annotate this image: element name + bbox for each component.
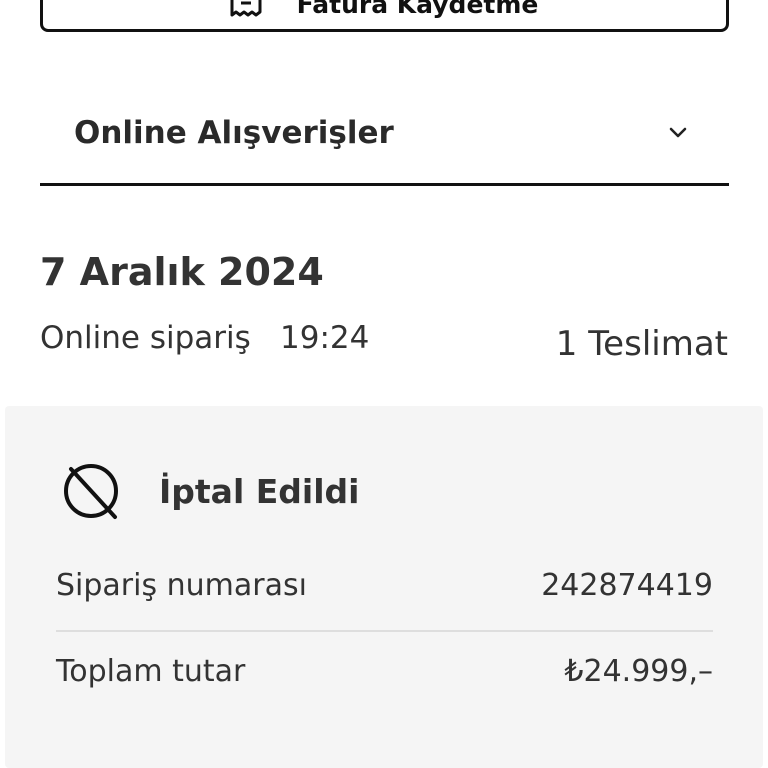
total-amount-row: Toplam tutar ₺24.999,– <box>56 654 713 689</box>
order-date: 7 Aralık 2024 <box>40 250 324 294</box>
order-number-row: Sipariş numarası 242874419 <box>56 568 713 603</box>
cancelled-icon <box>64 464 118 519</box>
divider <box>56 630 713 632</box>
order-time: 19:24 <box>280 320 370 356</box>
online-purchases-accordion[interactable]: Online Alışverişler <box>40 100 729 186</box>
save-invoice-label: Fatura Kaydetme <box>296 0 539 19</box>
total-amount-value: ₺24.999,– <box>564 654 713 689</box>
order-history-page: Fatura Kaydetme Online Alışverişler 7 Ar… <box>0 0 768 768</box>
total-amount-label: Toplam tutar <box>56 654 246 689</box>
order-number-label: Sipariş numarası <box>56 568 307 603</box>
receipt-icon <box>230 0 262 17</box>
accordion-title: Online Alışverişler <box>74 114 394 151</box>
order-channel: Online sipariş <box>40 320 251 356</box>
delivery-count: 1 Teslimat <box>555 324 728 364</box>
status-text: İptal Edildi <box>159 471 360 511</box>
order-card[interactable]: İptal Edildi Sipariş numarası 242874419 … <box>5 406 763 768</box>
save-invoice-button[interactable]: Fatura Kaydetme <box>40 0 729 32</box>
order-number-value: 242874419 <box>541 568 713 603</box>
chevron-down-icon <box>669 127 687 137</box>
order-status: İptal Edildi <box>61 461 359 521</box>
